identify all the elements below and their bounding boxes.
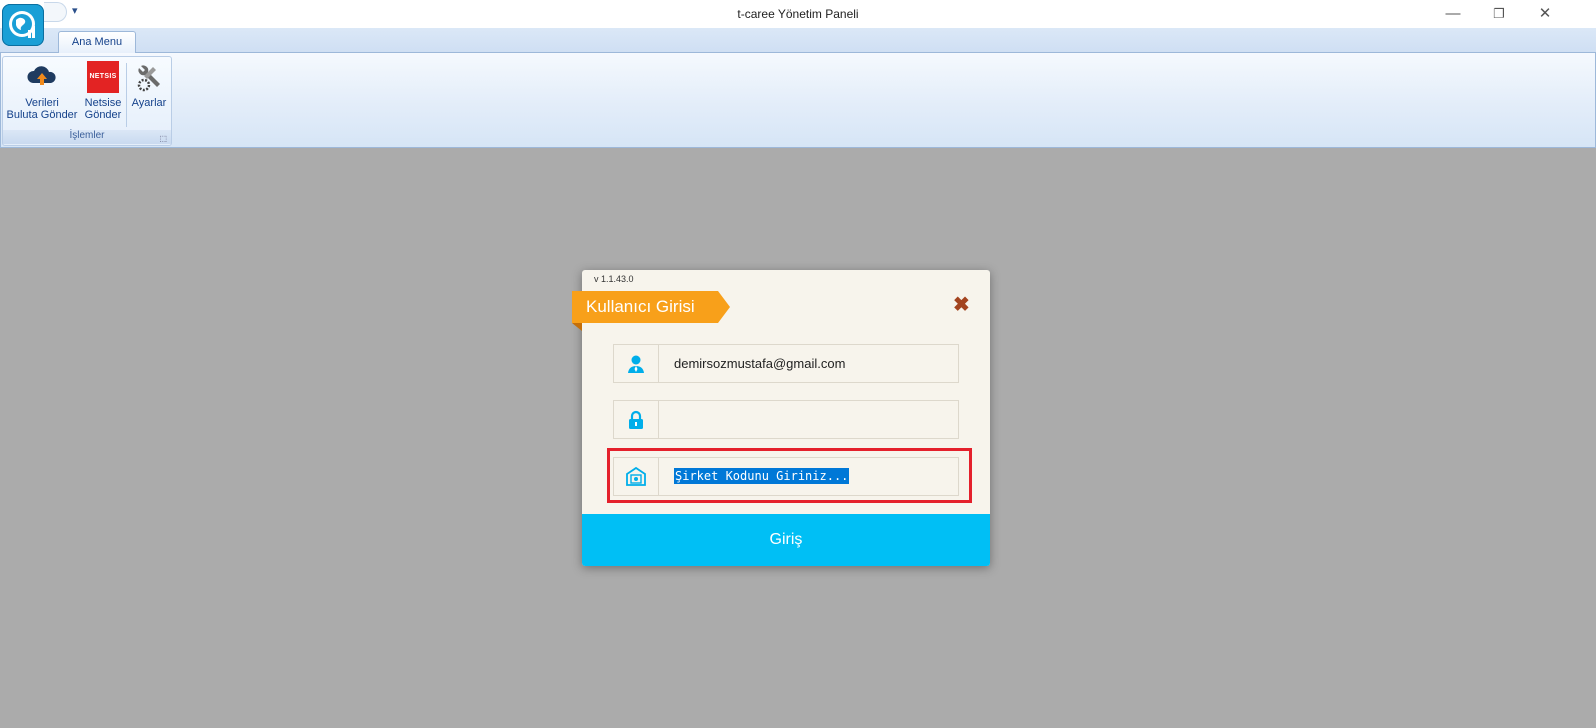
login-dialog: v 1.1.43.0 Kullanıcı Girisi ✖ demirsozmu…: [572, 270, 990, 566]
dialog-title: Kullanıcı Girisi: [572, 291, 730, 323]
version-label: v 1.1.43.0: [594, 274, 634, 284]
ribbon-separator: [126, 63, 127, 127]
lock-icon-cell: [614, 401, 659, 438]
building-icon-cell: [614, 458, 659, 495]
settings-label: Ayarlar: [131, 97, 167, 109]
lock-icon: [629, 410, 643, 429]
window-title: t-caree Yönetim Paneli: [737, 7, 859, 21]
app-menu-button[interactable]: [2, 4, 44, 46]
email-value: demirsozmustafa@gmail.com: [674, 356, 846, 371]
ribbon-group-islemler: Verileri Buluta Gönder NETSIS Netsise Gö…: [2, 56, 172, 146]
restore-button[interactable]: ❐: [1476, 2, 1522, 26]
banner-fold: [572, 323, 582, 331]
close-dialog-icon[interactable]: ✖: [953, 292, 970, 317]
send-to-cloud-button[interactable]: Verileri Buluta Gönder: [5, 61, 79, 121]
group-label-islemler: İşlemler: [3, 130, 171, 144]
send-to-cloud-label-1: Verileri: [25, 97, 59, 109]
globe-chart-icon: [9, 11, 35, 38]
minimize-button[interactable]: —: [1430, 2, 1476, 26]
send-to-cloud-label-2: Buluta Gönder: [6, 109, 78, 121]
login-button[interactable]: Giriş: [582, 514, 990, 566]
email-field[interactable]: demirsozmustafa@gmail.com: [613, 344, 959, 383]
close-window-button[interactable]: ✕: [1522, 2, 1568, 26]
send-to-netsis-label-2: Gönder: [84, 109, 122, 121]
building-icon: [626, 466, 646, 486]
tab-ana-menu[interactable]: Ana Menu: [58, 31, 136, 53]
company-code-field[interactable]: Şirket Kodunu Giriniz...: [613, 457, 959, 496]
password-field[interactable]: [613, 400, 959, 439]
settings-button[interactable]: Ayarlar: [128, 61, 170, 109]
user-icon: [628, 355, 644, 373]
group-launcher-icon[interactable]: ⬚: [159, 134, 167, 143]
send-to-netsis-button[interactable]: NETSIS Netsise Gönder: [83, 61, 123, 121]
ribbon-tab-strip: [0, 28, 1596, 52]
title-bar: ▾ t-caree Yönetim Paneli — ❐ ✕: [0, 0, 1596, 28]
ribbon-panel: Verileri Buluta Gönder NETSIS Netsise Gö…: [0, 52, 1596, 148]
send-to-netsis-label-1: Netsise: [84, 97, 122, 109]
cloud-upload-icon: [26, 61, 58, 93]
tools-icon: [133, 61, 165, 93]
user-icon-cell: [614, 345, 659, 382]
netsis-logo: NETSIS: [87, 61, 119, 93]
company-code-input[interactable]: Şirket Kodunu Giriniz...: [674, 468, 850, 484]
